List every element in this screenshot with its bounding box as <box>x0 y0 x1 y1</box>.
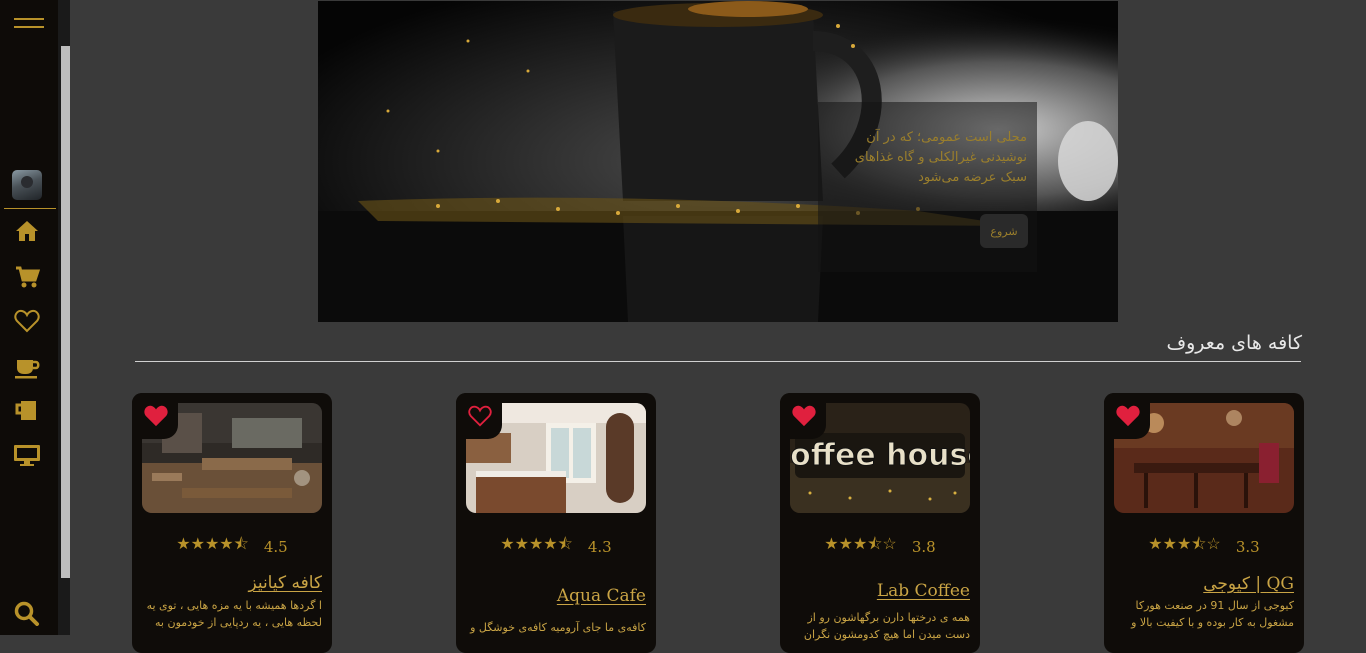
cafe-title[interactable]: Aqua Cafe <box>557 586 646 606</box>
heart-outline-icon <box>468 405 492 427</box>
hero-start-button[interactable]: شروع <box>980 214 1028 248</box>
hero-banner: محلی است عمومی؛ که در آن نوشیدنی غیرالکل… <box>318 1 1118 322</box>
star-rating: ★★★★⯪ <box>500 534 573 553</box>
cafe-title[interactable]: کافه کیانیز <box>248 573 322 593</box>
cart-icon[interactable] <box>13 264 41 290</box>
scrollbar-thumb[interactable] <box>61 46 70 578</box>
cafe-title[interactable]: QG | کیوجی <box>1203 574 1294 594</box>
cafe-title[interactable]: Lab Coffee <box>877 581 970 601</box>
section-divider <box>135 361 1301 362</box>
cafe-description: کافه‌ی ما جای آرومیه کافه‌ی خوشگل و <box>470 621 646 634</box>
rating-value: 3.8 <box>911 537 936 556</box>
favorite-button[interactable] <box>780 393 826 439</box>
avatar[interactable] <box>12 170 42 200</box>
heart-icon <box>792 405 816 427</box>
cafe-description: همه ی درختها دارن برگهاشون رو از دست مید… <box>803 611 970 641</box>
hero-caption-box: محلی است عمومی؛ که در آن نوشیدنی غیرالکل… <box>818 102 1037 272</box>
home-icon[interactable] <box>13 218 41 244</box>
heart-icon <box>1116 405 1140 427</box>
menu-icon[interactable] <box>14 18 44 34</box>
rating: ★★★★⯪ 4.3 <box>456 533 656 556</box>
coffee-cup-icon[interactable] <box>13 354 41 380</box>
monitor-icon[interactable] <box>13 442 41 468</box>
cafe-card[interactable]: ★★★★⯪ 4.3 Aqua Cafe کافه‌ی ما جای آرومیه… <box>456 393 656 653</box>
heart-icon <box>144 405 168 427</box>
star-rating: ★★★⯪☆ <box>824 534 897 553</box>
rating-value: 4.3 <box>587 537 612 556</box>
favorite-button[interactable] <box>456 393 502 439</box>
rating: ★★★⯪☆ 3.3 <box>1104 533 1304 556</box>
star-rating: ★★★⯪☆ <box>1148 534 1221 553</box>
rating: ★★★⯪☆ 3.8 <box>780 533 980 556</box>
mug-icon[interactable] <box>13 398 41 424</box>
search-icon[interactable] <box>13 600 41 626</box>
cafe-card[interactable]: ★★★★⯪ 4.5 کافه کیانیز ا گردها همیشه با ی… <box>132 393 332 653</box>
star-rating: ★★★★⯪ <box>176 534 249 553</box>
rating: ★★★★⯪ 4.5 <box>132 533 332 556</box>
hero-text: محلی است عمومی؛ که در آن نوشیدنی غیرالکل… <box>854 130 1027 185</box>
cafe-description: کیوجی از سال 91 در صنعت هورکا مشغول به ک… <box>1131 599 1294 629</box>
svg-text:coffee house: coffee house <box>790 438 970 473</box>
rating-value: 4.5 <box>263 537 288 556</box>
favorite-button[interactable] <box>1104 393 1150 439</box>
sidebar-divider <box>4 208 56 209</box>
favorite-button[interactable] <box>132 393 178 439</box>
cafe-description: ا گردها همیشه با یه مزه هایی ، توی یه لح… <box>146 599 322 629</box>
section-title: کافه های معروف <box>1166 332 1302 354</box>
cafe-card[interactable]: coffee house ★★★⯪☆ 3.8 Lab Coffee همه ی … <box>780 393 980 653</box>
heart-icon[interactable] <box>13 308 41 334</box>
rating-value: 3.3 <box>1235 537 1260 556</box>
cafe-card[interactable]: ★★★⯪☆ 3.3 QG | کیوجی کیوجی از سال 91 در … <box>1104 393 1304 653</box>
